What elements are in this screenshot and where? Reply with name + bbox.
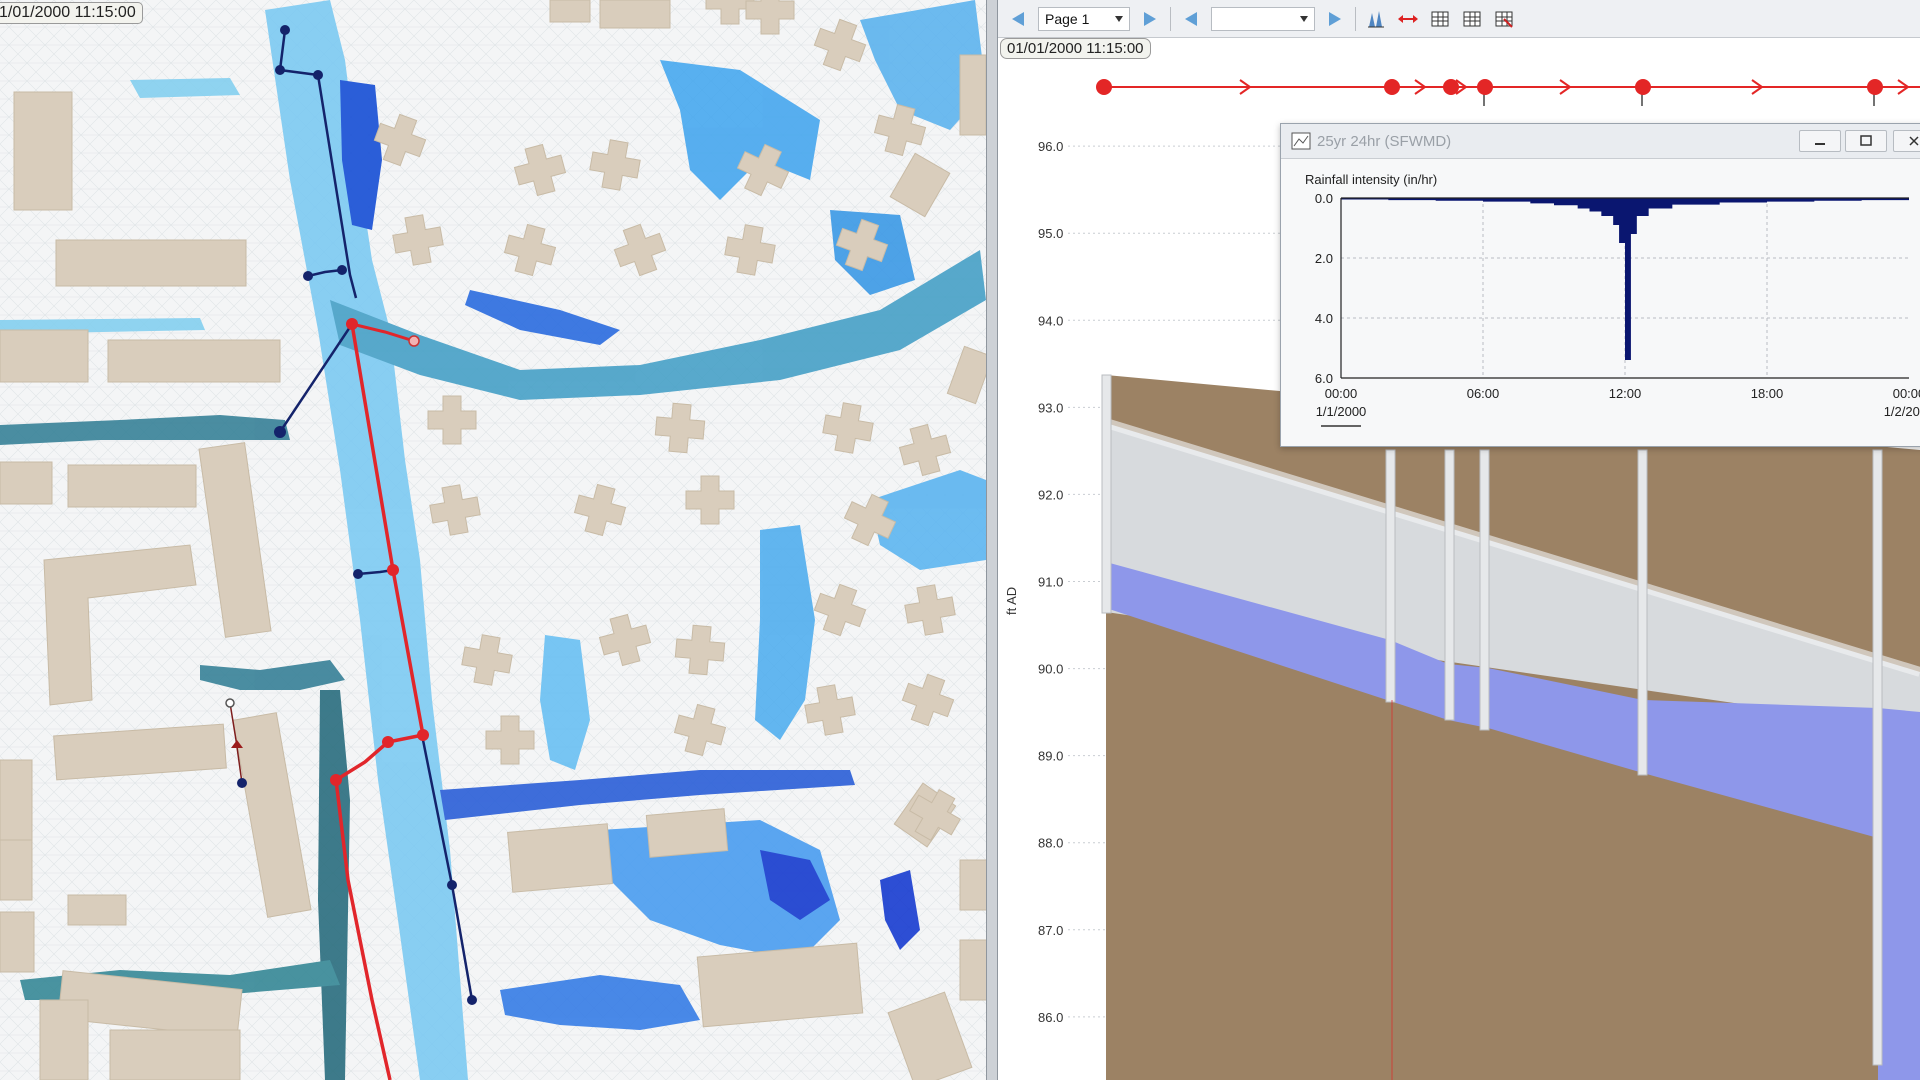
map-timestamp: 1/01/2000 11:15:00 bbox=[0, 2, 143, 24]
manhole-node[interactable] bbox=[337, 265, 347, 275]
profile-y-ticks: 96.0 95.0 94.0 93.0 92.0 91.0 90.0 89.0 88.0 87.0… bbox=[1038, 139, 1063, 1025]
rainfall-y-tick-label: 2.0 bbox=[1315, 251, 1333, 266]
profile-y-tick-label: 93.0 bbox=[1038, 400, 1063, 415]
manhole-node[interactable] bbox=[274, 426, 286, 438]
rainfall-window-title: 25yr 24hr (SFWMD) bbox=[1317, 132, 1452, 150]
maximize-button[interactable] bbox=[1845, 130, 1887, 152]
building bbox=[549, 0, 591, 23]
node-marker[interactable] bbox=[1635, 79, 1651, 95]
minimize-button[interactable] bbox=[1799, 130, 1841, 152]
manhole-shaft bbox=[1872, 449, 1883, 1066]
building bbox=[109, 1029, 241, 1080]
close-icon bbox=[1909, 136, 1919, 146]
building bbox=[67, 894, 127, 926]
rainfall-x-ticks: 00:00 1/1/2000 06:00 12:00 18:00 00:00 1/2/200… bbox=[1316, 386, 1920, 419]
manhole-node[interactable] bbox=[353, 569, 363, 579]
rainfall-y-ticks: 0.0 2.0 4.0 6.0 bbox=[1315, 191, 1333, 386]
node-marker[interactable] bbox=[1384, 79, 1400, 95]
manhole-node[interactable] bbox=[275, 65, 285, 75]
building bbox=[959, 54, 986, 136]
selected-node[interactable] bbox=[346, 318, 358, 330]
profile-y-tick-label: 94.0 bbox=[1038, 313, 1063, 328]
rainfall-y-tick-label: 0.0 bbox=[1315, 191, 1333, 206]
building bbox=[0, 461, 53, 505]
profile-y-tick-label: 91.0 bbox=[1038, 575, 1063, 590]
node-strip bbox=[1096, 79, 1920, 106]
selected-node[interactable] bbox=[382, 736, 394, 748]
profile-y-tick-label: 87.0 bbox=[1038, 923, 1063, 938]
building bbox=[107, 339, 281, 383]
building bbox=[645, 808, 729, 858]
building bbox=[0, 329, 89, 383]
long-section-view[interactable]: Page 1 96.0 95.0 94.0 93.0 92.0 91.0 90.… bbox=[998, 0, 1920, 1080]
selected-node[interactable] bbox=[330, 774, 342, 786]
rainfall-x-tick-label: 00:00 bbox=[1893, 386, 1920, 401]
outfall-node[interactable] bbox=[408, 335, 420, 347]
rainfall-y-tick-label: 4.0 bbox=[1315, 311, 1333, 326]
node-marker[interactable] bbox=[1867, 79, 1883, 95]
graph-window-icon bbox=[1291, 132, 1311, 150]
rainfall-chart: Rainfall intensity (in/hr) 0.02.04.06.0 … bbox=[1305, 172, 1920, 427]
building bbox=[13, 91, 73, 211]
profile-timestamp: 01/01/2000 11:15:00 bbox=[1000, 38, 1151, 59]
manhole-node[interactable] bbox=[447, 880, 457, 890]
rainfall-x-tick-label: 06:00 bbox=[1467, 386, 1500, 401]
pane-splitter[interactable] bbox=[986, 0, 998, 1080]
profile-y-tick-label: 86.0 bbox=[1038, 1010, 1063, 1025]
rainfall-x-tick-label: 18:00 bbox=[1751, 386, 1784, 401]
manhole-node[interactable] bbox=[237, 778, 247, 788]
rainfall-window-titlebar[interactable]: 25yr 24hr (SFWMD) bbox=[1281, 124, 1920, 159]
building bbox=[39, 999, 89, 1080]
minimize-icon bbox=[1815, 143, 1825, 145]
outfall-node[interactable] bbox=[225, 698, 235, 708]
rainfall-x-tick-label: 12:00 bbox=[1609, 386, 1642, 401]
node-marker[interactable] bbox=[1096, 79, 1112, 95]
profile-y-tick-label: 92.0 bbox=[1038, 487, 1063, 502]
rainfall-series-area bbox=[1341, 198, 1909, 360]
manhole-node[interactable] bbox=[280, 25, 290, 35]
rainfall-y-tick-label: 6.0 bbox=[1315, 371, 1333, 386]
profile-y-tick-label: 95.0 bbox=[1038, 226, 1063, 241]
map-canvas[interactable] bbox=[0, 0, 986, 1080]
manhole-node[interactable] bbox=[303, 271, 313, 281]
building bbox=[696, 942, 864, 1028]
close-button[interactable] bbox=[1893, 130, 1920, 152]
rainfall-chart-title: Rainfall intensity (in/hr) bbox=[1305, 172, 1437, 187]
rainfall-x-tick-label: 00:00 bbox=[1325, 386, 1358, 401]
selected-node[interactable] bbox=[387, 564, 399, 576]
manhole-shaft bbox=[1444, 449, 1455, 721]
building bbox=[0, 839, 33, 901]
profile-y-tick-label: 96.0 bbox=[1038, 139, 1063, 154]
rainfall-x-date-label: 1/1/2000 bbox=[1316, 404, 1367, 419]
profile-y-tick-label: 88.0 bbox=[1038, 836, 1063, 851]
node-marker[interactable] bbox=[1477, 79, 1493, 95]
rainfall-window[interactable]: 25yr 24hr (SFWMD) Rainfall intensity (in… bbox=[1280, 123, 1920, 447]
profile-y-tick-label: 90.0 bbox=[1038, 662, 1063, 677]
rainfall-x-date-label: 1/2/2000 bbox=[1884, 404, 1920, 419]
manhole-shaft bbox=[1385, 449, 1396, 703]
manhole-node[interactable] bbox=[313, 70, 323, 80]
maximize-icon bbox=[1860, 135, 1872, 146]
building bbox=[0, 911, 35, 973]
building bbox=[959, 859, 986, 911]
selected-node[interactable] bbox=[417, 729, 429, 741]
building bbox=[67, 464, 197, 508]
node-marker[interactable] bbox=[1443, 79, 1459, 95]
building bbox=[599, 0, 671, 29]
profile-y-tick-label: 89.0 bbox=[1038, 749, 1063, 764]
profile-y-axis-label: ft AD bbox=[1004, 587, 1019, 615]
building bbox=[0, 759, 33, 841]
manhole-shaft bbox=[1101, 374, 1112, 614]
building bbox=[55, 239, 247, 287]
manhole-node[interactable] bbox=[467, 995, 477, 1005]
manhole-shaft bbox=[1479, 449, 1490, 731]
building bbox=[959, 939, 986, 1001]
building bbox=[507, 823, 613, 893]
map-view[interactable]: 1/01/2000 11:15:00 bbox=[0, 0, 986, 1080]
manhole-shaft bbox=[1637, 449, 1648, 776]
